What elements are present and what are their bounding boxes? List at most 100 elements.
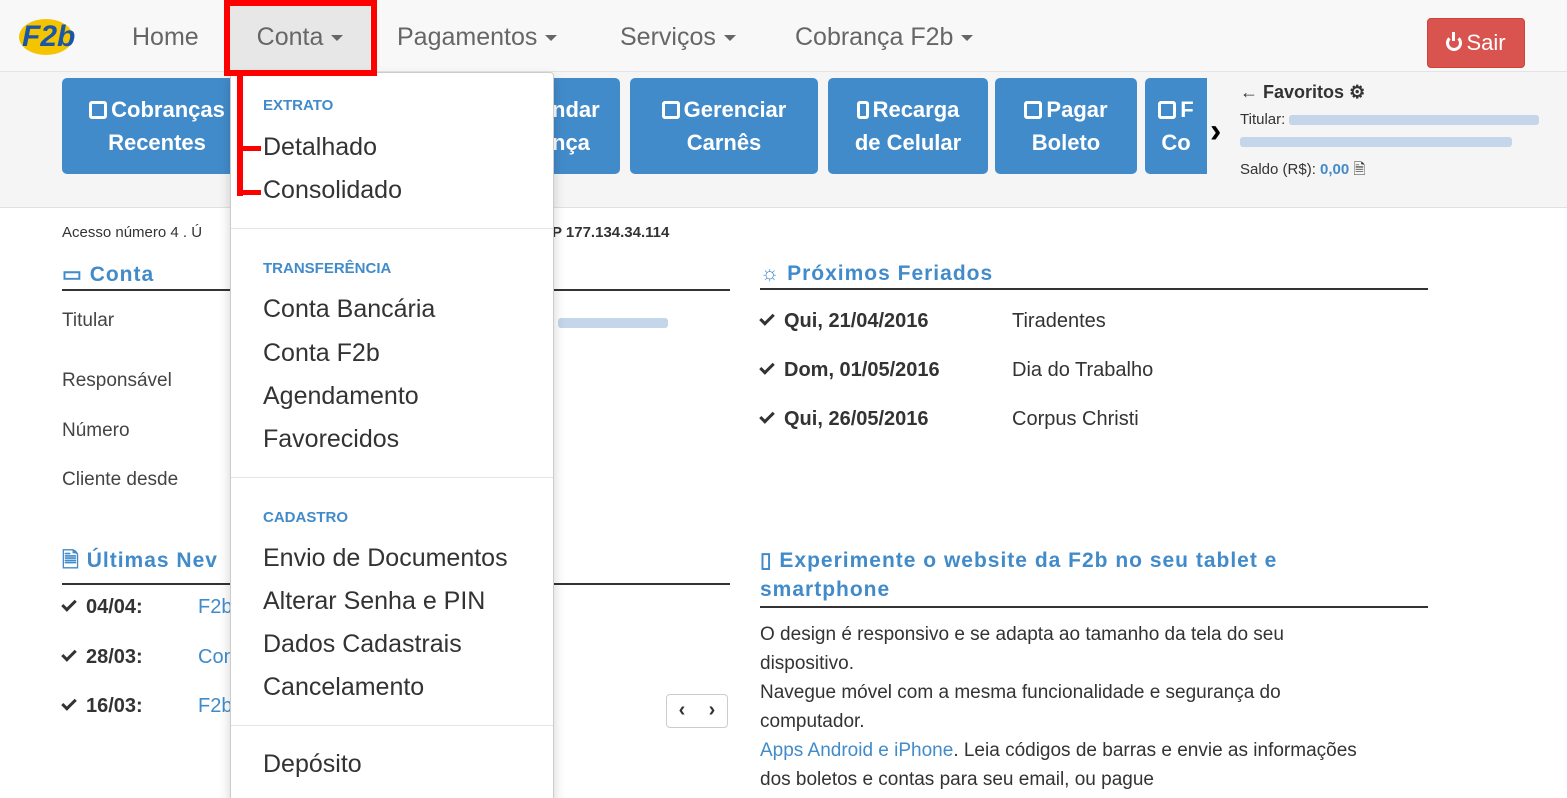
menu-item-envio-documentos[interactable]: Envio de Documentos <box>263 544 508 573</box>
menu-item-alterar-senha[interactable]: Alterar Senha e PIN <box>263 587 485 616</box>
promo-paragraph: O design é responsivo e se adapta ao tam… <box>760 624 1284 674</box>
menu-divider <box>231 228 553 229</box>
quick-gerenciar-carnes-button[interactable]: Gerenciar Carnês <box>630 78 818 174</box>
menu-item-dados-cadastrais[interactable]: Dados Cadastrais <box>263 630 462 659</box>
field-numero: Número <box>62 420 130 441</box>
holiday-item: Dom, 01/05/2016 Dia do Trabalho <box>759 359 1154 382</box>
saldo-value: 0,00 <box>1320 161 1350 178</box>
access-ip: P 177.134.34.114 <box>552 224 670 241</box>
logout-label: Sair <box>1466 30 1506 55</box>
apps-link[interactable]: Apps Android e iPhone <box>760 740 953 761</box>
caret-down-icon <box>545 35 558 42</box>
monitor-icon: ▭ <box>62 263 83 286</box>
caret-down-icon <box>723 35 736 42</box>
field-responsavel: Responsável <box>62 370 172 391</box>
nav-home[interactable]: Home <box>132 0 199 72</box>
nav-conta[interactable]: Conta <box>230 0 370 72</box>
nav-servicos-label: Serviços <box>620 23 716 51</box>
quick-label: Recarga <box>872 97 960 122</box>
document-icon: 🗎 <box>62 549 80 572</box>
favoritos-panel: ← Favoritos ⚙ Titular: Saldo (R$): 0,00 … <box>1240 82 1560 181</box>
check-icon <box>759 359 775 375</box>
nav-pagamentos[interactable]: Pagamentos <box>397 0 558 72</box>
redacted-text <box>1289 115 1540 126</box>
nav-servicos[interactable]: Serviços <box>620 0 736 72</box>
promo-text: O design é responsivo e se adapta ao tam… <box>760 620 1380 794</box>
quick-partial-button[interactable]: F Co <box>1145 78 1207 174</box>
quick-label: Recentes <box>108 130 206 155</box>
document-icon[interactable]: 🗎 <box>1353 161 1365 178</box>
quick-label: F <box>1180 97 1194 122</box>
check-icon <box>61 646 77 662</box>
arrow-left-icon: ← <box>1240 82 1258 102</box>
mobile-icon: ▯ <box>760 549 773 572</box>
feriados-section-title: ☼ Próximos Feriados <box>760 262 1428 290</box>
chevron-left-icon[interactable]: ‹ <box>667 695 697 725</box>
chevron-right-icon[interactable]: › <box>1210 112 1221 151</box>
promo-title-l2: smartphone <box>760 578 891 601</box>
holiday-date: Dom, 01/05/2016 <box>784 359 940 381</box>
menu-item-deposito[interactable]: Depósito <box>263 750 362 779</box>
favoritos-titular: Titular: <box>1240 109 1560 153</box>
check-icon <box>759 408 775 424</box>
favoritos-title: Favoritos <box>1263 82 1345 102</box>
nav-home-label: Home <box>132 23 199 51</box>
mobile-icon <box>856 101 869 119</box>
sun-icon: ☼ <box>760 262 781 285</box>
access-info: Acesso número 4 . Ú <box>62 224 203 241</box>
nav-pagamentos-label: Pagamentos <box>397 23 538 51</box>
promo-title-l1: Experimente o website da F2b no seu tabl… <box>779 549 1278 572</box>
menu-item-consolidado[interactable]: Consolidado <box>263 176 402 205</box>
gear-icon[interactable]: ⚙ <box>1349 82 1365 102</box>
logout-button[interactable]: Sair <box>1427 18 1525 68</box>
menu-item-conta-f2b[interactable]: Conta F2b <box>263 339 380 368</box>
menu-item-favorecidos[interactable]: Favorecidos <box>263 425 399 454</box>
holiday-date: Qui, 21/04/2016 <box>784 310 929 332</box>
menu-divider <box>231 477 553 478</box>
quick-label: de Celular <box>854 130 962 155</box>
quick-pagar-boleto-button[interactable]: Pagar Boleto <box>995 78 1137 174</box>
conta-dropdown-menu: EXTRATO Detalhado Consolidado TRANSFERÊN… <box>230 72 554 798</box>
check-icon <box>61 695 77 711</box>
f2b-logo[interactable]: F2b <box>16 10 76 60</box>
annotation-bracket <box>237 146 261 151</box>
holiday-item: Qui, 26/05/2016 Corpus Christi <box>759 408 1139 431</box>
favoritos-header[interactable]: ← Favoritos ⚙ <box>1240 82 1560 103</box>
news-date: 16/03: <box>86 695 143 717</box>
promo-paragraph: Navegue móvel com a mesma funcionalidade… <box>760 682 1281 732</box>
quick-cobrancas-recentes-button[interactable]: Cobranças Recentes <box>62 78 252 174</box>
promo-section-title: ▯ Experimente o website da F2b no seu ta… <box>760 546 1428 608</box>
news-title-text: Últimas Nev <box>86 549 218 572</box>
menu-item-agendamento[interactable]: Agendamento <box>263 382 419 411</box>
check-icon <box>759 310 775 326</box>
holiday-name: Dia do Trabalho <box>1012 359 1154 381</box>
news-date: 28/03: <box>86 646 143 668</box>
quick-label: ndar <box>552 97 600 122</box>
top-navbar: F2b Home Conta Pagamentos Serviços Cobra… <box>0 0 1567 72</box>
caret-down-icon <box>331 35 344 42</box>
nav-cobranca-label: Cobrança F2b <box>795 23 954 51</box>
menu-item-conta-bancaria[interactable]: Conta Bancária <box>263 295 435 324</box>
annotation-bracket <box>237 72 243 196</box>
menu-item-cancelamento[interactable]: Cancelamento <box>263 673 424 702</box>
holiday-name: Tiradentes <box>1012 310 1106 332</box>
field-cliente-desde: Cliente desde <box>62 469 179 490</box>
menu-item-detalhado[interactable]: Detalhado <box>263 133 377 162</box>
nav-cobranca[interactable]: Cobrança F2b <box>795 0 974 72</box>
barcode-icon <box>1024 101 1043 119</box>
holiday-date: Qui, 26/05/2016 <box>784 408 929 430</box>
quick-recarga-celular-button[interactable]: Recarga de Celular <box>828 78 988 174</box>
news-item: 16/03: F2b - <box>61 695 245 718</box>
list-icon <box>661 101 680 119</box>
redacted-text <box>558 318 668 328</box>
titular-label: Titular: <box>1240 111 1286 128</box>
quick-label: Pagar <box>1046 97 1108 122</box>
feriados-title-text: Próximos Feriados <box>787 262 994 285</box>
news-item: 04/04: F2b - <box>61 596 245 619</box>
conta-title-text: Conta <box>89 263 155 286</box>
news-item: 28/03: Conh <box>61 646 246 669</box>
dropdown-header-transferencia: TRANSFERÊNCIA <box>263 260 392 277</box>
annotation-bracket <box>237 190 261 195</box>
chevron-right-icon[interactable]: › <box>697 695 727 725</box>
check-icon <box>61 596 77 612</box>
